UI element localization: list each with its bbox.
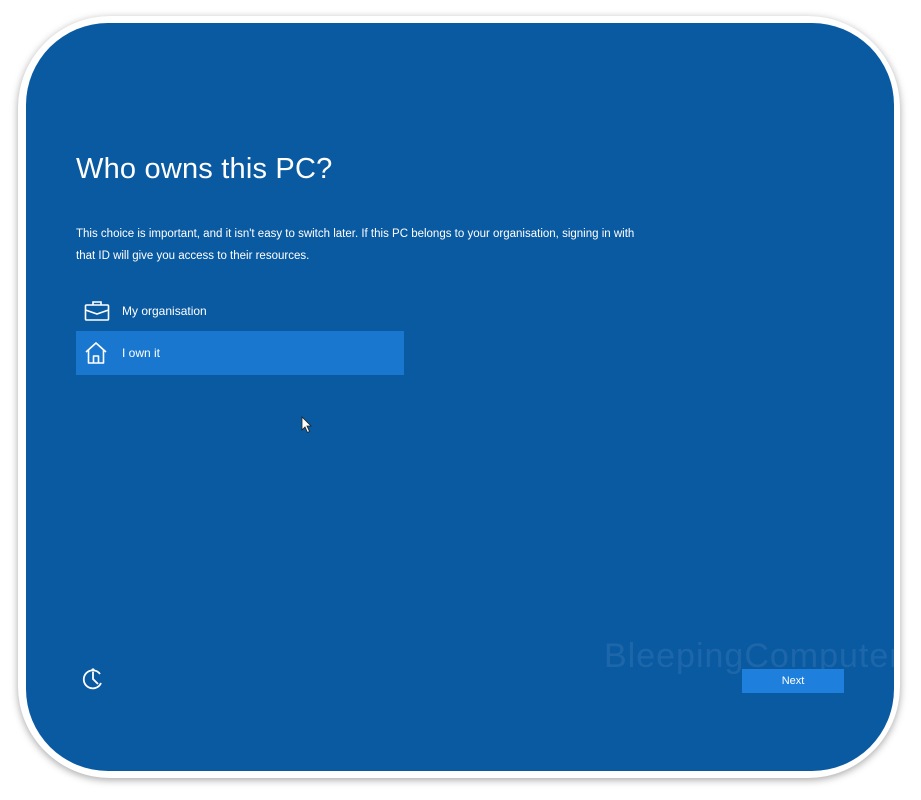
ease-of-access-icon[interactable]: [80, 666, 106, 697]
option-label: My organisation: [122, 304, 207, 318]
mouse-pointer-icon: [301, 416, 313, 439]
briefcase-icon: [84, 299, 112, 323]
option-my-organisation[interactable]: My organisation: [76, 289, 404, 333]
option-label: I own it: [122, 346, 161, 360]
next-button[interactable]: Next: [742, 669, 844, 693]
oobe-screen: Who owns this PC? This choice is importa…: [26, 23, 894, 771]
page-title: Who owns this PC?: [76, 153, 333, 185]
option-i-own-it[interactable]: I own it: [76, 331, 404, 375]
home-icon: [84, 341, 112, 365]
page-description: This choice is important, and it isn't e…: [76, 228, 635, 262]
